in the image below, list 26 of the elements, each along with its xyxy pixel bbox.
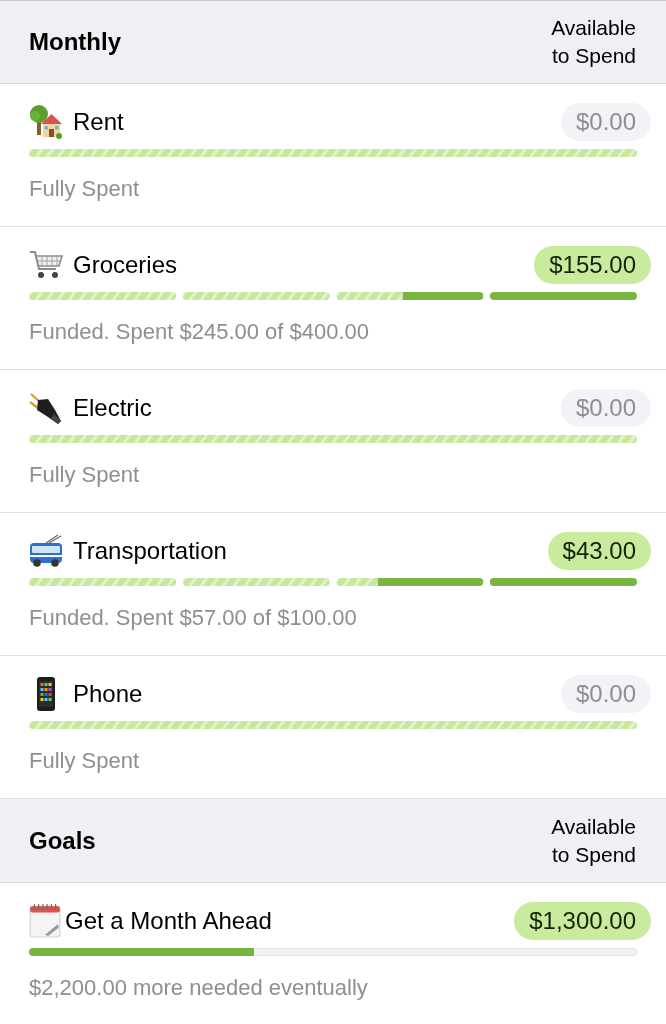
plug-icon (29, 391, 63, 425)
category-name: Electric (73, 394, 152, 422)
status-text: Funded. Spent $245.00 of $400.00 (29, 318, 371, 346)
category-name: Groceries (73, 251, 178, 279)
available-amount: $1,300.00 (514, 902, 651, 940)
available-amount: $155.00 (534, 246, 651, 284)
category-name: Transportation (73, 537, 227, 565)
column-label: Available to Spend (550, 813, 636, 868)
section-title: Goals (29, 826, 96, 855)
available-amount: $0.00 (560, 389, 651, 427)
category-name: Get a Month Ahead (65, 907, 272, 935)
category-name: Rent (73, 108, 124, 136)
house-with-tree-icon (29, 105, 63, 139)
status-text: Funded. Spent $57.00 of $100.00 (29, 604, 358, 632)
status-text: Fully Spent (29, 747, 141, 775)
section-title: Monthly (29, 28, 121, 56)
available-amount: $0.00 (560, 675, 651, 713)
available-amount: $0.00 (560, 103, 651, 141)
available-amount: $43.00 (547, 532, 651, 570)
column-label: Available to Spend (550, 15, 636, 69)
status-text: $2,200.00 more needed eventually (29, 974, 369, 1002)
bus-icon (29, 534, 63, 568)
calendar-icon (29, 904, 61, 938)
status-text: Fully Spent (29, 175, 141, 203)
category-name: Phone (73, 680, 143, 708)
status-text: Fully Spent (29, 461, 141, 489)
